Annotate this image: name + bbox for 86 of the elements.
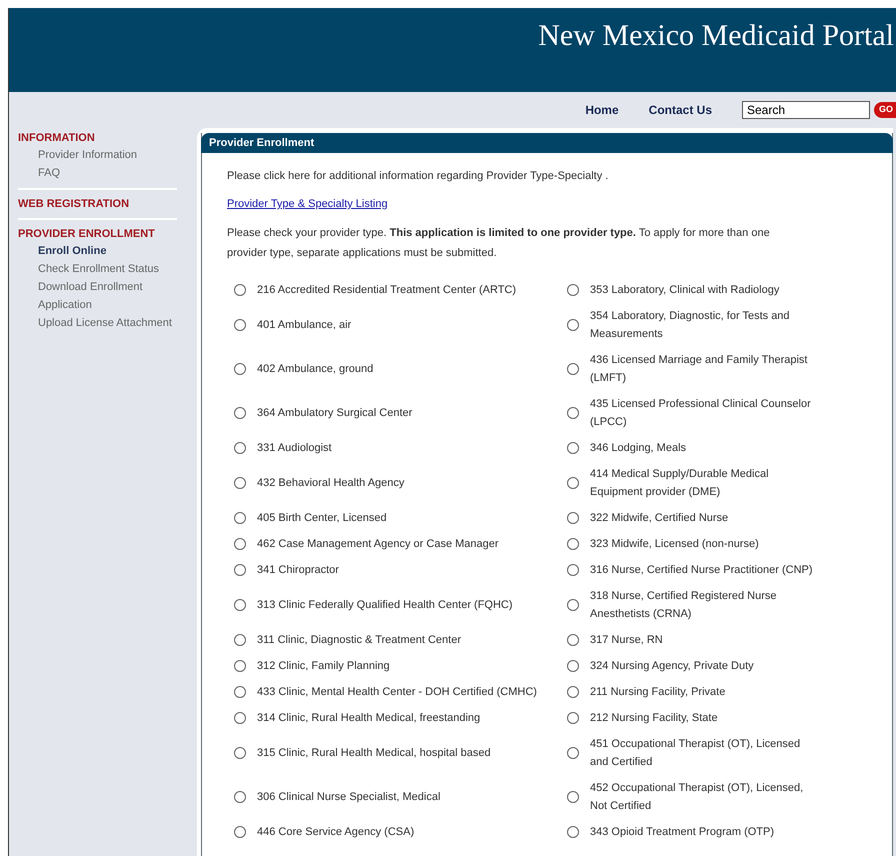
provider-type-label: 322 Midwife, Certified Nurse: [590, 511, 728, 526]
radio-button[interactable]: [567, 660, 579, 672]
radio-button[interactable]: [234, 791, 246, 803]
radio-button[interactable]: [234, 599, 246, 611]
provider-type-label: 323 Midwife, Licensed (non-nurse): [590, 537, 759, 552]
provider-type-label: 343 Opioid Treatment Program (OTP): [590, 825, 774, 840]
sidebar-link[interactable]: FAQ: [18, 164, 177, 182]
radio-button[interactable]: [234, 826, 246, 838]
radio-button[interactable]: [234, 477, 246, 489]
radio-button[interactable]: [567, 791, 579, 803]
provider-type-label: 354 Laboratory, Diagnostic, for Tests and Measurements: [590, 309, 791, 342]
radio-button[interactable]: [567, 826, 579, 838]
provider-type-label: 346 Lodging, Meals: [590, 441, 686, 456]
provider-type-label: 331 Audiologist: [257, 441, 332, 456]
instructions-text: Please check your provider type. This application is limited to one provider type. To apply for more than one provider type, separate applications must be submitted.: [227, 226, 771, 261]
radio-button[interactable]: [234, 538, 246, 550]
radio-button[interactable]: [234, 634, 246, 646]
radio-button[interactable]: [234, 660, 246, 672]
provider-type-label: 462 Case Management Agency or Case Manager: [257, 537, 499, 552]
nav-link[interactable]: Home: [585, 101, 619, 119]
radio-button[interactable]: [234, 686, 246, 698]
provider-type-label: 433 Clinic, Mental Health Center - DOH Certified (CMHC): [257, 685, 537, 700]
provider-type-label: 436 Licensed Marriage and Family Therapist (LMFT): [590, 353, 808, 386]
sidebar-link[interactable]: Provider Information: [18, 146, 177, 164]
provider-type-label: 414 Medical Supply/Durable Medical Equipment provider (DME): [590, 467, 770, 500]
provider-type-label: 212 Nursing Facility, State: [590, 711, 718, 726]
search-field[interactable]: Search: [742, 101, 870, 119]
provider-type-label: 316 Nurse, Certified Nurse Practitioner (CNP): [590, 563, 813, 578]
radio-button[interactable]: [234, 564, 246, 576]
provider-type-label: 317 Nurse, RN: [590, 633, 663, 648]
radio-button[interactable]: [567, 634, 579, 646]
listing-link[interactable]: Provider Type & Specialty Listing: [227, 197, 388, 211]
intro-text: Please click here for additional information regarding Provider Type-Specialty .: [227, 169, 610, 183]
provider-type-label: 435 Licensed Professional Clinical Counselor (LPCC): [590, 397, 812, 430]
sidebar-link[interactable]: Upload License Attachment: [18, 314, 177, 332]
section-heading[interactable]: WEB REGISTRATION: [18, 196, 177, 212]
section-heading[interactable]: PROVIDER ENROLLMENT: [18, 226, 177, 242]
provider-type-label: 324 Nursing Agency, Private Duty: [590, 659, 754, 674]
provider-type-label: 312 Clinic, Family Planning: [257, 659, 390, 674]
radio-button[interactable]: [567, 712, 579, 724]
provider-type-label: 432 Behavioral Health Agency: [257, 476, 404, 491]
radio-button[interactable]: [567, 363, 579, 375]
provider-type-label: 402 Ambulance, ground: [257, 362, 374, 377]
provider-type-label: 341 Chiropractor: [257, 563, 339, 578]
radio-button[interactable]: [234, 363, 246, 375]
radio-button[interactable]: [567, 319, 579, 331]
sidebar-link[interactable]: Download Enrollment Application: [18, 278, 177, 314]
provider-type-label: 318 Nurse, Certified Registered Nurse Anesthetists (CRNA): [590, 589, 778, 622]
provider-type-label: 314 Clinic, Rural Health Medical, freestanding: [257, 711, 480, 726]
provider-type-label: 364 Ambulatory Surgical Center: [257, 406, 412, 421]
radio-button[interactable]: [234, 407, 246, 419]
provider-type-label: 216 Accredited Residential Treatment Center (ARTC): [257, 283, 516, 298]
radio-button[interactable]: [234, 712, 246, 724]
provider-type-label: 311 Clinic, Diagnostic & Treatment Center: [257, 633, 461, 648]
sidebar-link[interactable]: Enroll Online: [18, 242, 177, 260]
provider-type-label: 313 Clinic Federally Qualified Health Center (FQHC): [257, 598, 513, 613]
radio-button[interactable]: [567, 407, 579, 419]
provider-type-label: 315 Clinic, Rural Health Medical, hospital based: [257, 746, 491, 761]
go-button[interactable]: GO: [874, 102, 896, 118]
radio-button[interactable]: [234, 747, 246, 759]
provider-type-label: 405 Birth Center, Licensed: [257, 511, 387, 526]
radio-button[interactable]: [234, 442, 246, 454]
provider-type-label: 452 Occupational Therapist (OT), Licensed, Not Certified: [590, 781, 804, 814]
provider-type-label: 211 Nursing Facility, Private: [590, 685, 726, 700]
panel-title-bar: Provider Enrollment: [201, 133, 893, 153]
radio-button[interactable]: [567, 686, 579, 698]
site-title: New Mexico Medicaid Portal: [538, 18, 894, 54]
provider-type-label: 401 Ambulance, air: [257, 318, 352, 333]
section-heading[interactable]: INFORMATION: [18, 130, 177, 146]
radio-button[interactable]: [234, 512, 246, 524]
radio-button[interactable]: [567, 284, 579, 296]
radio-button[interactable]: [567, 512, 579, 524]
sidebar-link[interactable]: Check Enrollment Status: [18, 260, 177, 278]
radio-button[interactable]: [567, 538, 579, 550]
provider-type-label: 446 Core Service Agency (CSA): [257, 825, 414, 840]
nav-link[interactable]: Contact Us: [648, 101, 712, 119]
provider-type-label: 353 Laboratory, Clinical with Radiology: [590, 283, 780, 298]
radio-button[interactable]: [234, 319, 246, 331]
radio-button[interactable]: [567, 564, 579, 576]
provider-type-label: 451 Occupational Therapist (OT), Licensed and Certified: [590, 737, 802, 770]
provider-type-label: 306 Clinical Nurse Specialist, Medical: [257, 790, 440, 805]
radio-button[interactable]: [567, 442, 579, 454]
radio-button[interactable]: [234, 284, 246, 296]
radio-button[interactable]: [567, 477, 579, 489]
radio-button[interactable]: [567, 747, 579, 759]
radio-button[interactable]: [567, 599, 579, 611]
